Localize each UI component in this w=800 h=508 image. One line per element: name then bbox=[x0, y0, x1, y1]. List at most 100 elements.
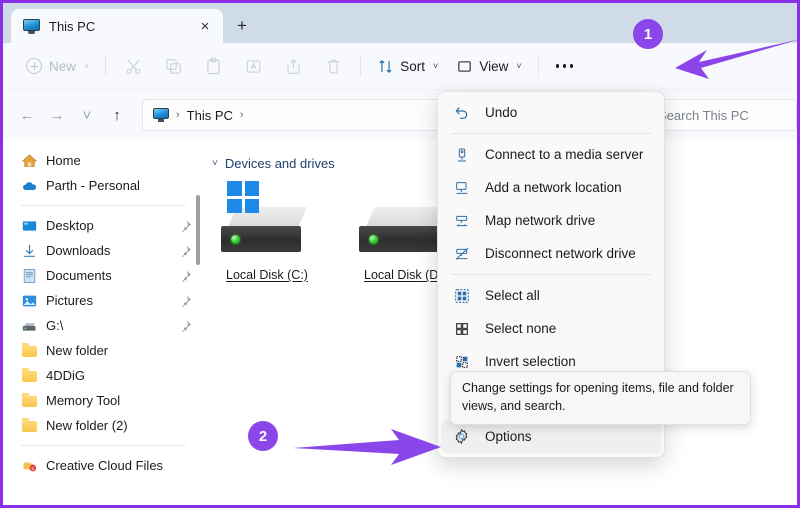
toolbar-divider-2 bbox=[360, 55, 362, 77]
menu-divider bbox=[451, 133, 651, 134]
annotation-arrow-1 bbox=[675, 39, 797, 79]
sidebar-item-label: 4DDiG bbox=[46, 368, 86, 383]
hard-drive-icon bbox=[221, 181, 313, 259]
media-server-icon bbox=[453, 146, 470, 163]
sidebar-item-label: New folder bbox=[46, 343, 109, 358]
navigation-pane[interactable]: Home Parth - Personal Desktop Downloads bbox=[3, 140, 200, 505]
folder-icon bbox=[21, 368, 38, 384]
menu-item-options[interactable]: Options bbox=[441, 420, 661, 453]
sidebar-item-new-folder-2[interactable]: New folder (2) bbox=[3, 413, 200, 438]
sidebar-item-label: Desktop bbox=[46, 218, 94, 233]
menu-item-map-network-drive[interactable]: Map network drive bbox=[441, 204, 661, 237]
file-explorer-window: This PC × + New ˅ Sort ˅ View ˅ ← → ˅ ↑ … bbox=[0, 0, 800, 508]
sidebar-item-home[interactable]: Home bbox=[3, 148, 200, 173]
menu-item-connect-to-a-media-server[interactable]: Connect to a media server bbox=[441, 138, 661, 171]
onedrive-icon bbox=[21, 178, 38, 194]
sidebar-item-label: Home bbox=[46, 153, 81, 168]
select-none-icon bbox=[453, 320, 470, 337]
chevron-right-icon: › bbox=[176, 109, 180, 121]
home-icon bbox=[21, 153, 38, 169]
network-location-icon bbox=[453, 179, 470, 196]
menu-divider-2 bbox=[451, 274, 651, 275]
drive-item-local-disk-c[interactable]: Local Disk (C:) bbox=[214, 181, 320, 282]
menu-item-label: Add a network location bbox=[485, 180, 622, 195]
recent-locations-icon[interactable]: ˅ bbox=[72, 100, 102, 130]
menu-item-disconnect-network-drive[interactable]: Disconnect network drive bbox=[441, 237, 661, 270]
menu-item-label: Map network drive bbox=[485, 213, 596, 228]
sidebar-item-4ddig[interactable]: 4DDiG bbox=[3, 363, 200, 388]
sidebar-item-pictures[interactable]: Pictures bbox=[3, 288, 200, 313]
copy-icon[interactable] bbox=[153, 50, 193, 82]
menu-item-label: Connect to a media server bbox=[485, 147, 644, 162]
drive-label: Local Disk (C:) bbox=[226, 268, 308, 282]
close-icon[interactable]: × bbox=[193, 14, 217, 38]
sidebar-item-g-drive[interactable]: G:\ bbox=[3, 313, 200, 338]
chevron-down-icon[interactable]: ˅ bbox=[212, 158, 218, 169]
annotation-arrow-2 bbox=[293, 429, 441, 465]
this-pc-icon bbox=[23, 18, 40, 34]
map-network-drive-icon bbox=[453, 212, 470, 229]
menu-item-add-a-network-location[interactable]: Add a network location bbox=[441, 171, 661, 204]
undo-icon bbox=[453, 104, 470, 121]
pictures-icon bbox=[21, 293, 38, 309]
new-tab-button[interactable]: + bbox=[225, 9, 259, 43]
pin-icon[interactable] bbox=[179, 219, 192, 233]
menu-item-label: Options bbox=[485, 429, 532, 444]
sidebar-item-creative-cloud-files[interactable]: c Creative Cloud Files bbox=[3, 453, 200, 478]
this-pc-icon bbox=[153, 108, 169, 122]
pin-icon[interactable] bbox=[179, 319, 192, 333]
menu-item-select-all[interactable]: Select all bbox=[441, 279, 661, 312]
search-placeholder: Search This PC bbox=[658, 107, 749, 123]
forward-icon[interactable]: → bbox=[42, 100, 72, 130]
pin-icon[interactable] bbox=[179, 294, 192, 308]
menu-item-label: Select all bbox=[485, 288, 540, 303]
sidebar-item-desktop[interactable]: Desktop bbox=[3, 213, 200, 238]
sidebar-item-label: Downloads bbox=[46, 243, 111, 258]
cut-icon[interactable] bbox=[113, 50, 153, 82]
invert-selection-icon bbox=[453, 353, 470, 370]
sidebar-item-new-folder[interactable]: New folder bbox=[3, 338, 200, 363]
share-icon[interactable] bbox=[273, 50, 313, 82]
sidebar-item-documents[interactable]: Documents bbox=[3, 263, 200, 288]
back-icon[interactable]: ← bbox=[12, 100, 42, 130]
sort-button[interactable]: Sort ˅ bbox=[368, 51, 447, 81]
delete-icon[interactable] bbox=[313, 50, 353, 82]
drive-icon bbox=[21, 318, 38, 334]
paste-icon[interactable] bbox=[193, 50, 233, 82]
tab-this-pc[interactable]: This PC × bbox=[11, 9, 223, 43]
folder-icon bbox=[21, 393, 38, 409]
rename-icon[interactable] bbox=[233, 50, 273, 82]
menu-item-undo[interactable]: Undo bbox=[441, 96, 661, 129]
sidebar-item-memory-tool[interactable]: Memory Tool bbox=[3, 388, 200, 413]
folder-icon bbox=[21, 418, 38, 434]
options-tooltip: Change settings for opening items, file … bbox=[450, 371, 751, 425]
chevron-down-icon: ˅ bbox=[516, 61, 522, 71]
sidebar-item-label: Memory Tool bbox=[46, 393, 121, 408]
chevron-down-icon: ˅ bbox=[433, 61, 439, 71]
menu-item-select-none[interactable]: Select none bbox=[441, 312, 661, 345]
new-button-label: New bbox=[49, 58, 77, 74]
search-input[interactable]: Search This PC bbox=[647, 99, 797, 131]
new-button[interactable]: New ˅ bbox=[17, 51, 98, 81]
chevron-right-icon-2[interactable]: › bbox=[240, 109, 244, 121]
up-icon[interactable]: ↑ bbox=[102, 100, 132, 130]
creative-cloud-icon: c bbox=[21, 458, 38, 474]
menu-item-label: Select none bbox=[485, 321, 557, 336]
folder-icon bbox=[21, 343, 38, 359]
sidebar-item-label: Pictures bbox=[46, 293, 93, 308]
sidebar-item-label: Parth - Personal bbox=[46, 178, 140, 193]
pin-icon[interactable] bbox=[179, 269, 192, 283]
sidebar-item-label: Creative Cloud Files bbox=[46, 458, 164, 473]
sidebar-item-downloads[interactable]: Downloads bbox=[3, 238, 200, 263]
windows-logo-icon bbox=[227, 181, 259, 213]
view-button[interactable]: View ˅ bbox=[447, 51, 530, 81]
address-bar: ← → ˅ ↑ › This PC › Search This PC bbox=[3, 90, 797, 140]
menu-item-label: Undo bbox=[485, 105, 518, 120]
breadcrumb-this-pc[interactable]: This PC bbox=[187, 108, 233, 123]
sidebar-item-label: New folder (2) bbox=[46, 418, 128, 433]
pin-icon[interactable] bbox=[179, 244, 192, 258]
see-more-button[interactable] bbox=[546, 51, 584, 81]
menu-item-label: Invert selection bbox=[485, 354, 576, 369]
sort-label: Sort bbox=[400, 58, 426, 74]
sidebar-item-parth-personal[interactable]: Parth - Personal bbox=[3, 173, 200, 198]
